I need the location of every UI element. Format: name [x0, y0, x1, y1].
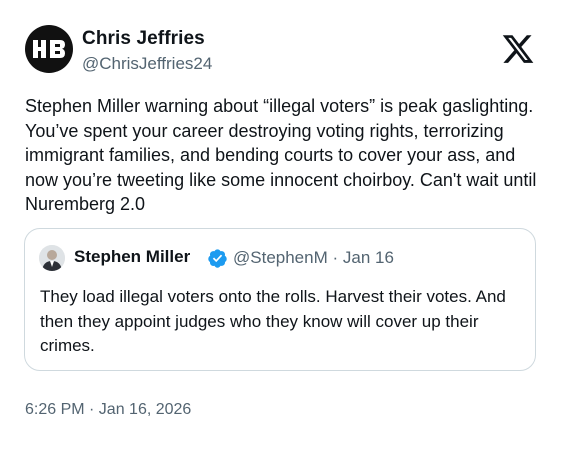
tweet-text: Stephen Miller warning about “illegal vo… — [25, 96, 537, 214]
author-avatar[interactable] — [25, 25, 73, 73]
tweet-timestamp[interactable]: 6:26 PM · Jan 16, 2026 — [25, 401, 191, 419]
quoted-tweet-meta[interactable]: @StephenM · Jan 16 — [233, 248, 394, 268]
author-name[interactable]: Chris Jeffries — [82, 28, 205, 50]
quoted-author-avatar[interactable] — [39, 245, 65, 271]
x-logo-icon[interactable] — [500, 32, 536, 66]
tweet-card: Chris Jeffries @ChrisJeffries24 Stephen … — [0, 0, 561, 450]
author-handle[interactable]: @ChrisJeffries24 — [82, 54, 212, 74]
person-avatar-icon — [39, 245, 65, 271]
quoted-tweet[interactable]: Stephen Miller @StephenM · Jan 16 They l… — [24, 228, 536, 371]
verified-badge-icon — [208, 249, 227, 268]
quoted-tweet-text: They load illegal voters onto the rolls.… — [40, 287, 506, 355]
quoted-author-name[interactable]: Stephen Miller — [74, 247, 190, 267]
hb-logo-icon — [33, 40, 65, 58]
